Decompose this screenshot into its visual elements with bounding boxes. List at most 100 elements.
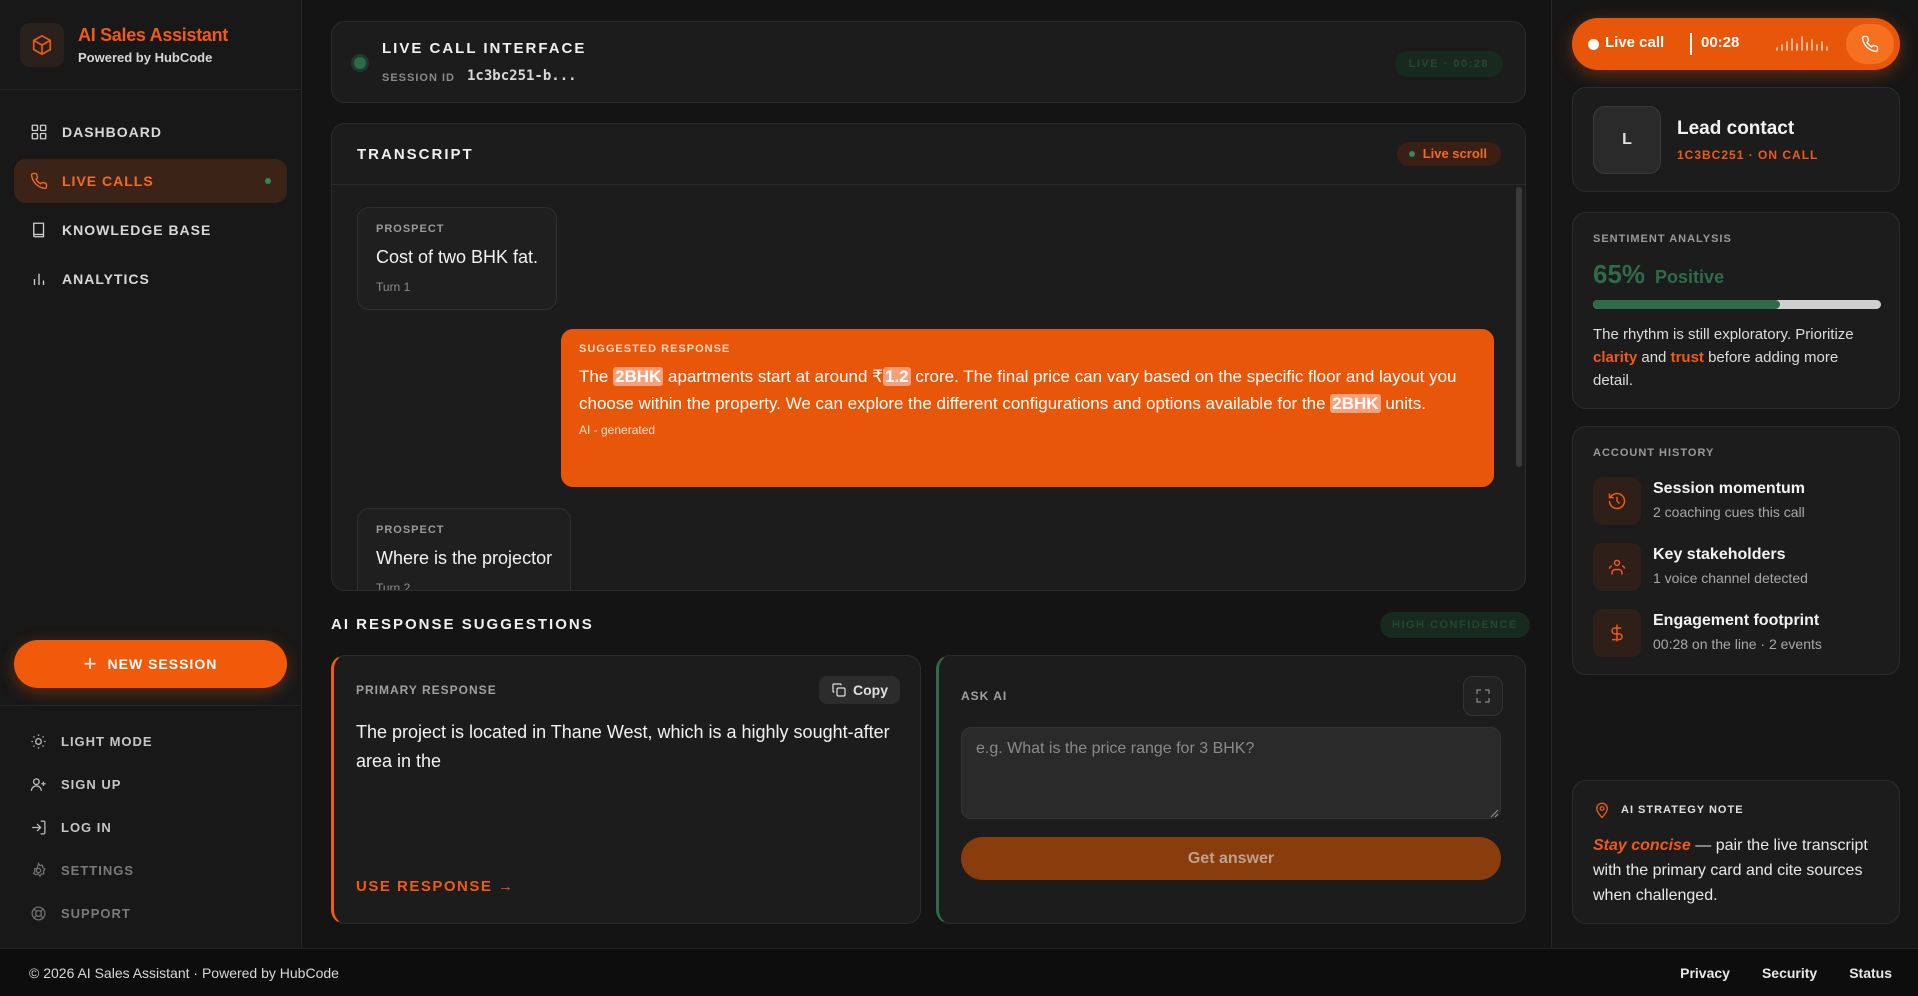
message-text: Cost of two BHK fat. [376, 247, 539, 267]
prospect-message: PROSPECT Cost of two BHK fat. Turn 1 [357, 207, 558, 310]
bnav-label: LOG IN [61, 820, 112, 835]
sentiment-card: SENTIMENT ANALYSIS 65% Positive The rhyt… [1572, 212, 1900, 409]
nav-label: DASHBOARD [62, 124, 162, 140]
brand[interactable]: AI Sales Assistant Powered by HubCode [0, 0, 301, 90]
footer-link-security[interactable]: Security [1762, 965, 1817, 981]
get-answer-button[interactable]: Get answer [961, 837, 1501, 880]
transcript-panel: TRANSCRIPT Live scroll PROSPECT Cost of … [331, 123, 1526, 591]
message-turn: Turn 1 [376, 280, 411, 294]
history-item: Session momentum 2 coaching cues this ca… [1593, 477, 1879, 525]
cube-logo-icon [20, 22, 64, 67]
copy-icon [832, 683, 846, 697]
call-timer: 00:28 [1701, 34, 1740, 51]
highlight-keyword: 1.2 [882, 367, 911, 386]
expand-button[interactable] [1463, 676, 1503, 716]
copy-label: Copy [853, 682, 888, 698]
strategy-label: AI STRATEGY NOTE [1621, 804, 1744, 816]
light-mode-toggle[interactable]: LIGHT MODE [0, 720, 302, 763]
nav-label: LIVE CALLS [62, 173, 154, 189]
history-sub: 2 coaching cues this call [1653, 504, 1805, 520]
message-turn: Turn 2 [376, 581, 411, 591]
users-icon [1593, 543, 1641, 591]
copy-button[interactable]: Copy [819, 676, 900, 704]
nav-item-dashboard[interactable]: DASHBOARD [14, 110, 287, 154]
main-nav: DASHBOARD LIVE CALLS KNOWLEDGE BASE ANAL… [0, 90, 301, 326]
sidebar: AI Sales Assistant Powered by HubCode DA… [0, 0, 302, 948]
suggestions-title: AI RESPONSE SUGGESTIONS [331, 616, 594, 633]
footer: © 2026 AI Sales Assistant · Powered by H… [0, 948, 1918, 996]
footer-links: Privacy Security Status [1648, 965, 1892, 981]
main-content: LIVE CALL INTERFACE SESSION ID 1c3bc251-… [302, 0, 1551, 948]
new-session-label: NEW SESSION [107, 656, 218, 672]
live-call-label: Live call [1605, 34, 1665, 51]
sentiment-word: Positive [1655, 267, 1725, 287]
live-timer-badge: LIVE · 00:28 [1394, 51, 1503, 77]
sentiment-bar-fill [1593, 300, 1781, 309]
suggested-response-message: SUGGESTED RESPONSE The 2BHK apartments s… [561, 329, 1494, 487]
highlight-keyword: 2BHK [1330, 394, 1381, 413]
ask-ai-input[interactable] [961, 727, 1501, 819]
book-icon [33, 222, 45, 238]
call-divider [1690, 33, 1692, 55]
strategy-note-card: AI STRATEGY NOTE Stay concise — pair the… [1572, 780, 1900, 924]
support-link[interactable]: SUPPORT [0, 892, 302, 935]
end-call-button[interactable] [1846, 24, 1894, 64]
brand-subtitle: Powered by HubCode [78, 49, 213, 65]
app-root: AI Sales Assistant Powered by HubCode DA… [0, 0, 1918, 996]
highlight-keyword: 2BHK [613, 367, 664, 386]
log-in-link[interactable]: LOG IN [0, 806, 302, 849]
history-title: Engagement footprint [1653, 612, 1820, 629]
message-text: Where is the projector [376, 548, 553, 568]
nav-label: ANALYTICS [62, 271, 150, 287]
lead-contact-card: L Lead contact 1C3BC251 · ON CALL [1572, 87, 1900, 192]
transcript-body[interactable]: PROSPECT Cost of two BHK fat. Turn 1 SUG… [332, 185, 1525, 591]
confidence-badge: HIGH CONFIDENCE [1380, 612, 1530, 638]
primary-response-text: The project is located in Thane West, wh… [356, 722, 890, 771]
bnav-label: LIGHT MODE [61, 734, 153, 749]
live-indicator-dot [354, 57, 366, 69]
footer-link-status[interactable]: Status [1849, 965, 1892, 981]
suggested-response-text: The 2BHK apartments start at around ₹1.2… [579, 367, 1457, 413]
message-role: PROSPECT [376, 223, 445, 235]
nav-item-knowledge-base[interactable]: KNOWLEDGE BASE [14, 208, 287, 252]
transcript-title: TRANSCRIPT [357, 146, 474, 163]
account-history-label: ACCOUNT HISTORY [1593, 447, 1715, 459]
phone-icon [30, 172, 48, 190]
copyright: © 2026 AI Sales Assistant · Powered by H… [29, 965, 339, 981]
settings-link[interactable]: SETTINGS [0, 849, 302, 892]
sentiment-bar [1593, 300, 1881, 309]
live-status-dot [265, 178, 271, 184]
resize-grip-icon[interactable] [1489, 808, 1499, 818]
history-item: Engagement footprint 00:28 on the line ·… [1593, 609, 1879, 657]
live-scroll-toggle[interactable]: Live scroll [1396, 142, 1501, 166]
nav-item-live-calls[interactable]: LIVE CALLS [14, 159, 287, 203]
brand-title: AI Sales Assistant [78, 24, 228, 45]
primary-response-card: PRIMARY RESPONSE Copy The project is loc… [331, 655, 921, 924]
sentiment-text: The rhythm is still exploratory. Priorit… [1593, 326, 1854, 389]
bottom-nav: LIGHT MODE SIGN UP LOG IN SETTINGS SUPPO… [0, 705, 302, 935]
live-call-title: LIVE CALL INTERFACE [382, 40, 587, 57]
dollar-icon [1593, 609, 1641, 657]
lifebuoy-icon [31, 906, 46, 921]
new-session-button[interactable]: + NEW SESSION [14, 640, 287, 688]
live-call-bar: Live call 00:28 [1572, 18, 1900, 70]
transcript-header: TRANSCRIPT Live scroll [332, 124, 1525, 185]
plus-icon: + [83, 651, 98, 676]
use-response-button[interactable]: USE RESPONSE → [356, 878, 515, 895]
transcript-scrollbar[interactable] [1516, 187, 1522, 467]
avatar: L [1593, 106, 1661, 174]
sentiment-percent: 65% [1593, 259, 1646, 289]
primary-response-label: PRIMARY RESPONSE [356, 683, 497, 697]
history-icon [1593, 477, 1641, 525]
lead-status: 1C3BC251 · ON CALL [1677, 148, 1819, 162]
prospect-message: PROSPECT Where is the projector Turn 2 [357, 508, 572, 591]
sentiment-score: 65% Positive [1593, 259, 1879, 290]
strategy-text: Stay concise — pair the live transcript … [1593, 837, 1868, 904]
nav-item-analytics[interactable]: ANALYTICS [14, 257, 287, 301]
footer-link-privacy[interactable]: Privacy [1680, 965, 1730, 981]
message-role: SUGGESTED RESPONSE [579, 343, 731, 355]
grid-icon [31, 124, 47, 140]
message-footer: AI - generated [579, 423, 656, 437]
account-history-card: ACCOUNT HISTORY Session momentum 2 coach… [1572, 426, 1900, 675]
sign-up-link[interactable]: SIGN UP [0, 763, 302, 806]
